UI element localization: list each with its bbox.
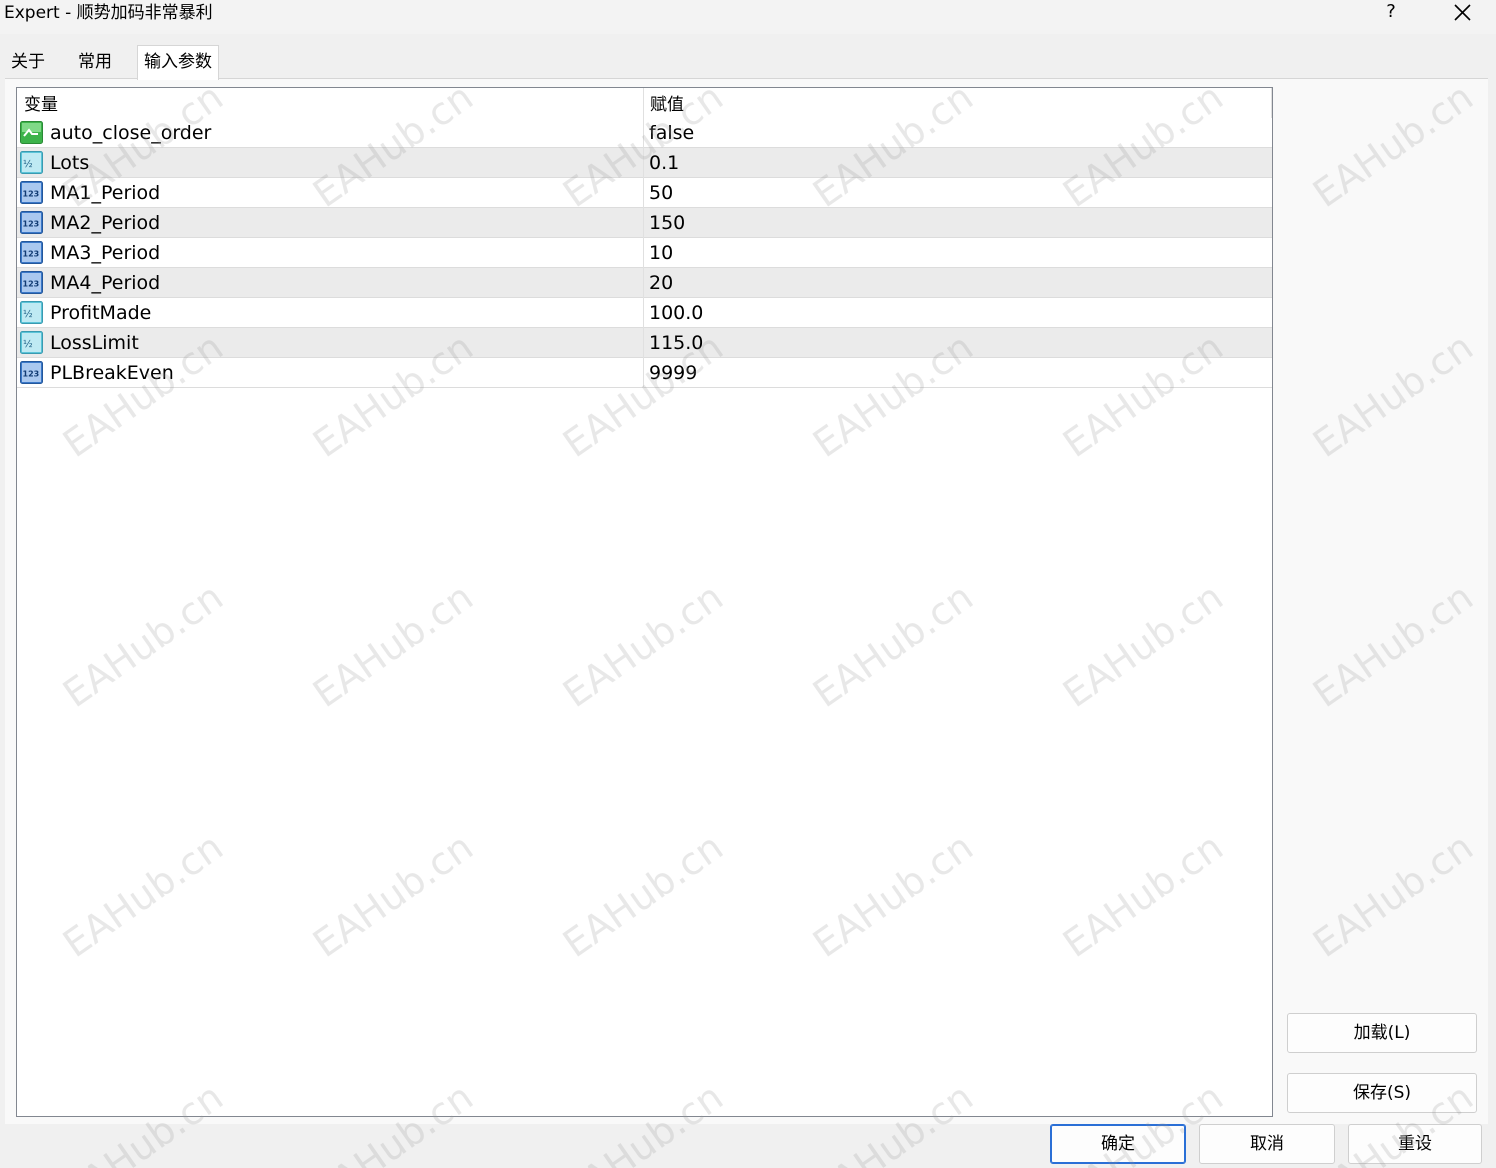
table-row[interactable]: 123 PLBreakEven 9999 bbox=[17, 358, 1272, 388]
int-icon: 123 bbox=[20, 271, 43, 294]
parameters-grid: 变量 赋值 auto_close_order false ½ Lots 0.1 123 MA… bbox=[16, 87, 1273, 1117]
svg-text:123: 123 bbox=[23, 190, 40, 199]
header-variable[interactable]: 变量 bbox=[17, 88, 58, 118]
param-name: MA4_Period bbox=[50, 272, 161, 294]
help-button[interactable]: ? bbox=[1376, 0, 1406, 26]
table-row[interactable]: 123 MA4_Period 20 bbox=[17, 268, 1272, 298]
svg-text:123: 123 bbox=[23, 370, 40, 379]
param-name: Lots bbox=[50, 152, 90, 174]
ok-button[interactable]: 确定 bbox=[1050, 1124, 1186, 1164]
table-row[interactable]: ½ ProfitMade 100.0 bbox=[17, 298, 1272, 328]
double-icon: ½ bbox=[20, 301, 43, 324]
param-name: ProfitMade bbox=[50, 302, 152, 324]
tab-about[interactable]: 关于 bbox=[5, 46, 51, 78]
param-value[interactable]: 100.0 bbox=[649, 298, 703, 328]
param-name: auto_close_order bbox=[50, 122, 212, 144]
column-divider bbox=[643, 88, 644, 388]
bool-icon bbox=[20, 121, 43, 144]
table-row[interactable]: auto_close_order false bbox=[17, 118, 1272, 148]
int-icon: 123 bbox=[20, 241, 43, 264]
param-name: PLBreakEven bbox=[50, 362, 174, 384]
param-value[interactable]: false bbox=[649, 118, 694, 148]
save-button[interactable]: 保存(S) bbox=[1287, 1073, 1477, 1113]
param-value[interactable]: 50 bbox=[649, 178, 673, 208]
table-row[interactable]: 123 MA3_Period 10 bbox=[17, 238, 1272, 268]
window-title: Expert - 顺势加码非常暴利 bbox=[4, 3, 213, 23]
param-name: MA3_Period bbox=[50, 242, 161, 264]
table-row[interactable]: ½ Lots 0.1 bbox=[17, 148, 1272, 178]
svg-text:123: 123 bbox=[23, 220, 40, 229]
tab-inputs[interactable]: 输入参数 bbox=[137, 45, 219, 80]
param-value[interactable]: 10 bbox=[649, 238, 673, 268]
svg-text:123: 123 bbox=[23, 280, 40, 289]
svg-text:123: 123 bbox=[23, 250, 40, 259]
close-button[interactable] bbox=[1446, 0, 1478, 26]
svg-text:½: ½ bbox=[23, 338, 33, 350]
table-row[interactable]: 123 MA1_Period 50 bbox=[17, 178, 1272, 208]
param-value[interactable]: 9999 bbox=[649, 358, 697, 388]
svg-text:½: ½ bbox=[23, 308, 33, 320]
header-value[interactable]: 赋值 bbox=[643, 88, 684, 118]
param-value[interactable]: 20 bbox=[649, 268, 673, 298]
int-icon: 123 bbox=[20, 181, 43, 204]
param-name: MA1_Period bbox=[50, 182, 161, 204]
param-value[interactable]: 150 bbox=[649, 208, 685, 238]
grid-header: 变量 赋值 bbox=[17, 88, 1272, 118]
table-row[interactable]: ½ LossLimit 115.0 bbox=[17, 328, 1272, 358]
svg-text:½: ½ bbox=[23, 158, 33, 170]
double-icon: ½ bbox=[20, 331, 43, 354]
header-divider bbox=[1271, 88, 1272, 118]
close-icon bbox=[1454, 4, 1471, 21]
param-value[interactable]: 115.0 bbox=[649, 328, 703, 358]
load-button[interactable]: 加载(L) bbox=[1287, 1013, 1477, 1053]
table-row[interactable]: 123 MA2_Period 150 bbox=[17, 208, 1272, 238]
param-name: MA2_Period bbox=[50, 212, 161, 234]
reset-button[interactable]: 重设 bbox=[1348, 1124, 1482, 1164]
double-icon: ½ bbox=[20, 151, 43, 174]
title-bar: Expert - 顺势加码非常暴利 ? bbox=[0, 0, 1496, 34]
int-icon: 123 bbox=[20, 361, 43, 384]
cancel-button[interactable]: 取消 bbox=[1199, 1124, 1335, 1164]
param-name: LossLimit bbox=[50, 332, 139, 354]
param-value[interactable]: 0.1 bbox=[649, 148, 679, 178]
int-icon: 123 bbox=[20, 211, 43, 234]
tab-common[interactable]: 常用 bbox=[72, 46, 118, 78]
